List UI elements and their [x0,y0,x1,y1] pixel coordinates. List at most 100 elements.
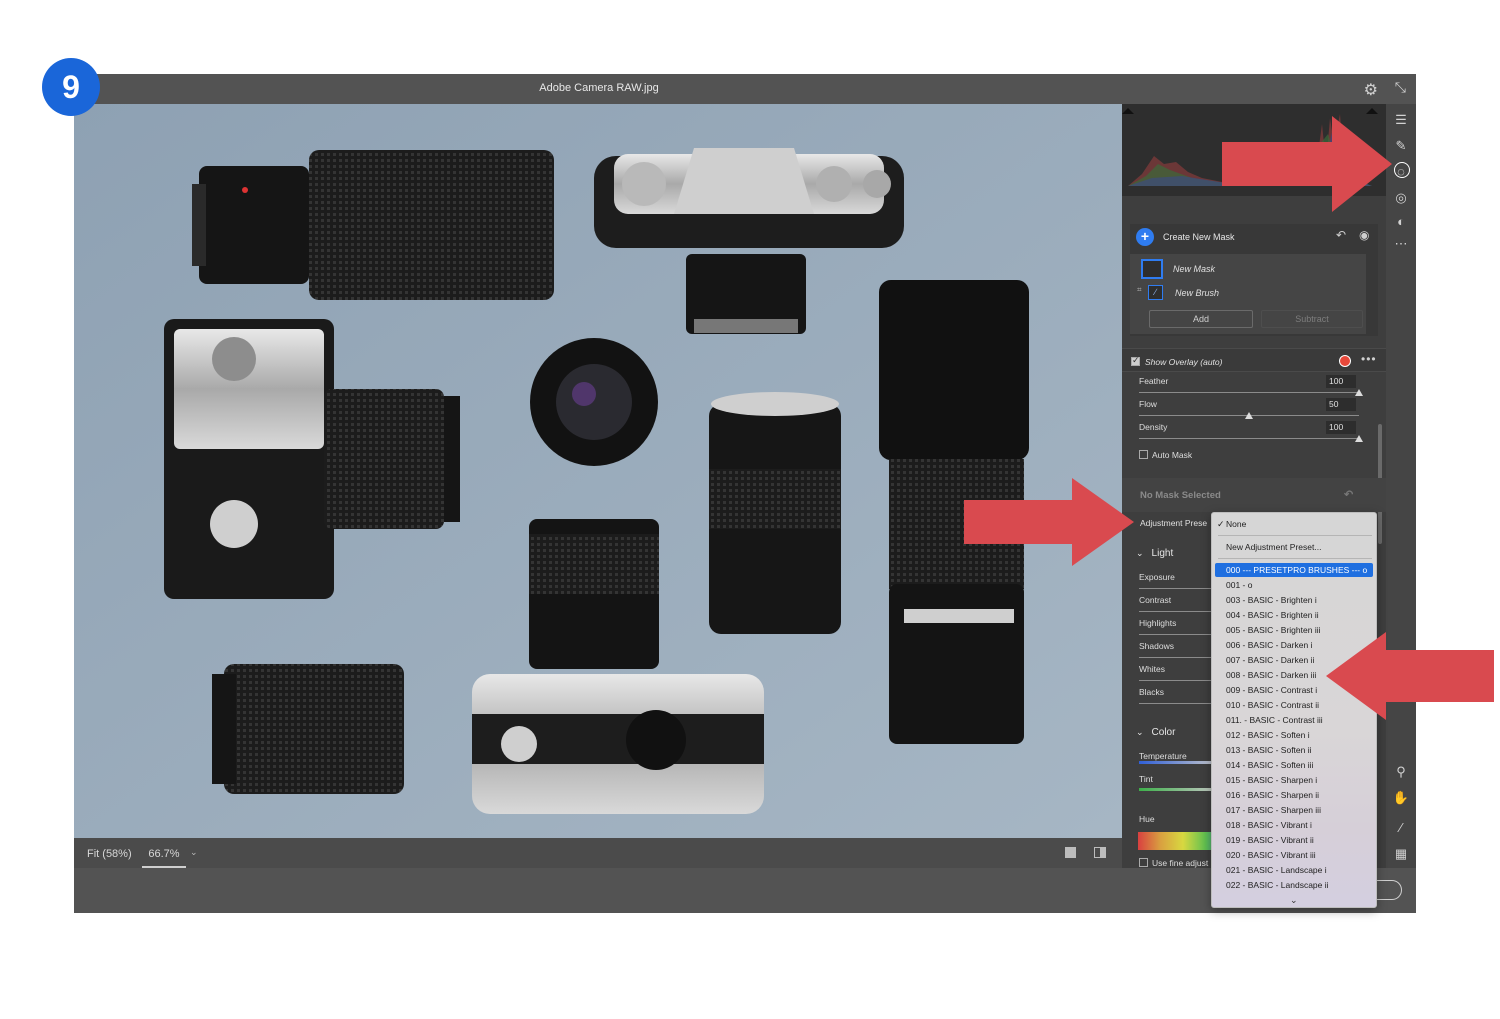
density-value[interactable]: 100 [1326,421,1356,434]
new-brush-label[interactable]: New Brush [1175,288,1219,298]
new-adjustment-preset-option[interactable]: New Adjustment Preset... [1226,542,1321,552]
flow-value[interactable]: 50 [1326,398,1356,411]
eye-icon[interactable]: ◉ [1359,228,1369,242]
light-section-header[interactable]: ⌄ Light [1136,548,1173,559]
show-overlay-label: Show Overlay (auto) [1145,357,1223,367]
new-mask-label[interactable]: New Mask [1173,264,1215,274]
preset-option[interactable]: 017 - BASIC - Sharpen iii [1226,805,1321,815]
preset-option[interactable]: 009 - BASIC - Contrast i [1226,685,1317,695]
status-bar: Fit (58%) 66.7% ⌄ [74,838,1122,868]
more-icon[interactable]: ••• [1361,352,1377,366]
preset-option[interactable]: 004 - BASIC - Brighten ii [1226,610,1319,620]
preset-option[interactable]: 007 - BASIC - Darken ii [1226,655,1314,665]
no-mask-label: No Mask Selected [1140,490,1221,501]
blacks-label: Blacks [1139,687,1165,697]
zoom-level[interactable]: 66.7% [142,848,186,868]
color-section-header[interactable]: ⌄ Color [1136,727,1175,738]
tint-slider[interactable] [1139,788,1219,791]
fit-zoom-button[interactable]: Fit (58%) [87,848,132,860]
camera-photo [74,104,1122,838]
subtract-button[interactable]: Subtract [1261,310,1363,328]
link-icon: ⌗ [1137,285,1142,294]
checkmark-icon: ✓ [1217,519,1225,529]
zoom-icon[interactable]: ⚲ [1386,764,1416,780]
density-slider[interactable] [1139,438,1359,439]
preset-option[interactable]: 001 - o [1226,580,1252,590]
color-label: Color [1151,727,1176,738]
preset-option[interactable]: 018 - BASIC - Vibrant i [1226,820,1312,830]
preset-option[interactable]: 011. - BASIC - Contrast iii [1226,715,1323,725]
gear-icon[interactable]: ⚙ [1364,80,1378,100]
arrow-pointing-masking-tool [1222,116,1392,212]
density-label: Density [1139,422,1168,432]
feather-label: Feather [1139,376,1169,386]
preset-option[interactable]: 005 - BASIC - Brighten iii [1226,625,1320,635]
preset-option[interactable]: 010 - BASIC - Contrast ii [1226,700,1319,710]
whites-label: Whites [1139,664,1165,674]
preset-option[interactable]: 003 - BASIC - Brighten i [1226,595,1317,605]
mask-list: New Mask ⌗ ∕ New Brush Add Subtract [1130,254,1366,334]
fine-adjust-checkbox[interactable] [1139,858,1148,867]
exposure-slider[interactable] [1139,588,1219,589]
density-slider-thumb[interactable] [1355,435,1363,442]
light-label: Light [1151,548,1174,559]
chevron-down-icon[interactable]: ⌄ [190,847,198,858]
feather-value[interactable]: 100 [1326,375,1356,388]
preset-option[interactable]: 021 - BASIC - Landscape i [1226,865,1327,875]
preset-option[interactable]: 020 - BASIC - Vibrant iii [1226,850,1316,860]
reset-icon[interactable]: ↶ [1344,488,1353,501]
window-title: Adobe Camera RAW.jpg [539,82,659,94]
highlights-label: Highlights [1139,618,1177,628]
tutorial-screenshot: 9 Adobe Camera RAW.jpg ⚙ ⤡ Fit (58%) 66.… [0,0,1500,1019]
hand-icon[interactable]: ✋ [1386,790,1416,806]
preset-option[interactable]: 022 - BASIC - Landscape ii [1226,880,1329,890]
image-canvas[interactable] [74,104,1122,838]
add-button-label: Add [1192,314,1209,324]
create-new-mask-label[interactable]: Create New Mask [1163,232,1235,242]
hue-label: Hue [1139,814,1155,824]
chevron-down-icon[interactable]: ⌄ [1290,895,1298,906]
shadows-slider[interactable] [1139,657,1219,658]
split-view-icon[interactable] [1094,847,1106,858]
flow-slider-thumb[interactable] [1245,412,1253,419]
overlay-color-swatch[interactable] [1339,355,1351,367]
preset-option[interactable]: 013 - BASIC - Soften ii [1226,745,1312,755]
arrow-pointing-adjustment-preset [964,478,1134,566]
preset-option[interactable]: 016 - BASIC - Sharpen ii [1226,790,1319,800]
shrink-icon[interactable]: ⤡ [1395,79,1406,96]
preset-option[interactable]: 015 - BASIC - Sharpen i [1226,775,1317,785]
mask-thumbnail[interactable] [1141,259,1163,279]
preset-option-none[interactable]: None [1226,519,1246,529]
exposure-label: Exposure [1139,572,1175,582]
feather-slider-thumb[interactable] [1355,389,1363,396]
contrast-slider[interactable] [1139,611,1219,612]
more-icon[interactable]: ⋯ [1386,236,1416,252]
no-mask-header: No Mask Selected ↶ [1122,478,1386,512]
undo-icon[interactable]: ↶ [1336,228,1346,242]
auto-mask-checkbox[interactable] [1139,450,1148,459]
contrast-label: Contrast [1139,595,1172,605]
color-sampler-icon[interactable]: ⁄ [1386,820,1416,835]
chevron-down-icon: ⌄ [1136,727,1144,737]
flow-label: Flow [1139,399,1157,409]
highlights-slider[interactable] [1139,634,1219,635]
whites-slider[interactable] [1139,680,1219,681]
feather-slider[interactable] [1139,392,1359,393]
auto-mask-label: Auto Mask [1152,450,1193,460]
preset-option[interactable]: 008 - BASIC - Darken iii [1226,670,1316,680]
show-overlay-checkbox[interactable] [1131,355,1140,366]
single-view-icon[interactable] [1065,847,1076,858]
fine-adjust-label: Use fine adjust [1152,858,1209,868]
preset-option[interactable]: 006 - BASIC - Darken i [1226,640,1312,650]
preset-option[interactable]: 014 - BASIC - Soften iii [1226,760,1313,770]
temperature-slider[interactable] [1139,761,1219,764]
blacks-slider[interactable] [1139,703,1219,704]
preset-option-selected[interactable]: 000 --- PRESETPRO BRUSHES --- o [1215,563,1373,577]
preset-option[interactable]: 012 - BASIC - Soften i [1226,730,1310,740]
add-button[interactable]: Add [1149,310,1253,328]
grid-icon[interactable]: ▦ [1386,846,1416,862]
brush-icon[interactable]: ∕ [1148,285,1163,300]
preset-option[interactable]: 019 - BASIC - Vibrant ii [1226,835,1314,845]
presets-icon[interactable]: ◐ [1386,214,1416,229]
add-mask-icon[interactable]: + [1136,228,1154,246]
